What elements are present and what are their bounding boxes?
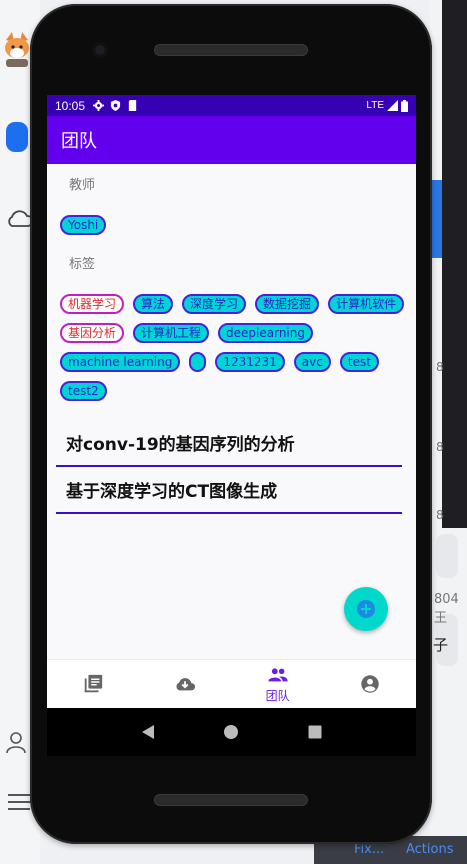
network-type: LTE <box>366 100 384 111</box>
status-bar: 10:05 LTE <box>47 95 416 116</box>
tag-chip[interactable]: 数据挖掘 <box>255 294 320 314</box>
background-text: 804王 <box>434 592 459 626</box>
background-link: Fix... <box>354 842 385 857</box>
library-icon <box>84 674 103 693</box>
tag-chip[interactable]: 计算机软件 <box>328 294 405 314</box>
add-icon <box>357 600 375 618</box>
app-bar: 团队 <box>47 116 416 164</box>
tag-chip[interactable]: test <box>339 352 379 372</box>
tag-chip[interactable]: deeplearning <box>218 323 313 343</box>
app-screen: 10:05 LTE 团队 教师 Yoshi 标签 机器学习 算法 深度学习 数据… <box>47 95 416 708</box>
background-app-icon <box>6 122 28 152</box>
project-list: 对conv-19的基因序列的分析 基于深度学习的CT图像生成 <box>47 420 416 514</box>
fox-avatar-icon <box>5 32 29 67</box>
earpiece-speaker <box>154 44 308 56</box>
background-text: 8 <box>436 440 444 454</box>
people-icon <box>268 668 288 682</box>
add-button[interactable] <box>344 587 388 631</box>
battery-icon <box>401 99 408 112</box>
background-text: 子 <box>433 636 449 654</box>
background-dark-toolbar <box>442 0 467 528</box>
shield-icon <box>110 100 121 111</box>
front-camera <box>92 42 108 58</box>
nav-item-account[interactable] <box>324 660 416 708</box>
tags-label: 标签 <box>69 257 96 272</box>
tag-chip[interactable] <box>189 352 207 372</box>
back-icon[interactable] <box>141 724 155 740</box>
signal-icon <box>387 100 398 111</box>
menu-icon <box>8 794 30 810</box>
background-text: 8 <box>436 508 444 522</box>
add-user-icon <box>6 732 26 754</box>
status-right-group: LTE <box>366 99 408 112</box>
tag-chip[interactable]: 计算机工程 <box>133 323 210 343</box>
teachers-label: 教师 <box>69 178 96 193</box>
bottom-speaker <box>154 794 308 806</box>
nav-item-library[interactable] <box>47 660 139 708</box>
settings-icon <box>93 100 105 111</box>
project-item[interactable]: 对conv-19的基因序列的分析 <box>56 420 402 467</box>
teacher-chip[interactable]: Yoshi <box>60 215 107 235</box>
bottom-navigation: 团队 <box>47 659 416 708</box>
tag-chip[interactable]: 机器学习 <box>60 294 125 314</box>
background-bubble <box>436 534 458 578</box>
cloud-download-icon <box>176 678 196 691</box>
sdcard-icon <box>128 100 137 111</box>
tag-chip[interactable]: 1231231 <box>215 352 285 372</box>
tag-chip[interactable]: 深度学习 <box>182 294 247 314</box>
status-time: 10:05 <box>55 98 86 113</box>
tags-chip-group: 机器学习 算法 深度学习 数据挖掘 计算机软件 基因分析 计算机工程 deepl… <box>47 294 416 410</box>
background-text: 8 <box>436 360 444 374</box>
tag-chip[interactable]: avc <box>293 352 331 372</box>
project-item[interactable]: 基于深度学习的CT图像生成 <box>56 467 402 514</box>
page-title: 团队 <box>61 131 97 152</box>
account-icon <box>361 675 379 693</box>
nav-label-team: 团队 <box>265 689 290 703</box>
tag-chip[interactable]: 基因分析 <box>60 323 125 343</box>
system-navigation-bar <box>47 708 416 756</box>
teachers-chip-group: Yoshi <box>47 215 416 244</box>
home-icon[interactable] <box>223 724 239 740</box>
background-link: Actions <box>406 842 454 857</box>
nav-item-team[interactable]: 团队 <box>232 660 324 708</box>
recents-icon[interactable] <box>308 725 322 739</box>
team-content: 教师 Yoshi 标签 机器学习 算法 深度学习 数据挖掘 计算机软件 基因分析… <box>47 164 416 653</box>
phone-frame: 10:05 LTE 团队 教师 Yoshi 标签 机器学习 算法 深度学习 数据… <box>30 4 432 844</box>
nav-item-download[interactable] <box>139 660 231 708</box>
tag-chip[interactable]: 算法 <box>133 294 174 314</box>
tag-chip[interactable]: machine learning <box>60 352 181 372</box>
tag-chip[interactable]: test2 <box>60 381 107 401</box>
